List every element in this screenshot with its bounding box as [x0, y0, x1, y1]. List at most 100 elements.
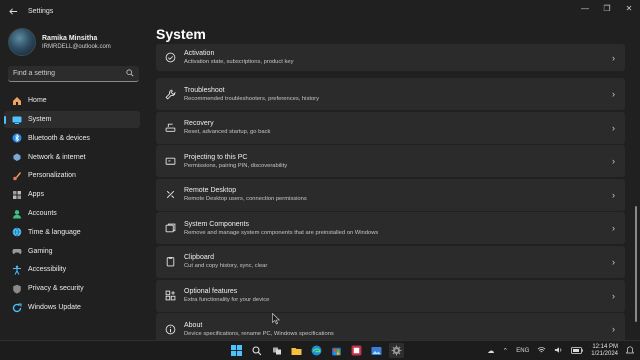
scrollbar-thumb[interactable] — [635, 206, 637, 322]
chevron-right-icon: › — [612, 89, 615, 99]
sidebar-item-windows-update[interactable]: Windows Update — [4, 299, 140, 317]
sidebar-item-label: Home — [28, 97, 47, 105]
app-button[interactable] — [349, 343, 364, 358]
minimize-button[interactable]: — — [574, 0, 596, 16]
chevron-right-icon: › — [612, 122, 615, 133]
maximize-button[interactable]: ❐ — [596, 0, 618, 16]
card-desc: Permissions, pairing PIN, discoverabilit… — [184, 162, 288, 169]
window-controls: — ❐ ✕ — [574, 0, 640, 18]
card-desc: Activation state, subscriptions, product… — [184, 59, 294, 65]
card-desc: Reset, advanced startup, go back — [184, 129, 271, 136]
clipboard-icon — [164, 256, 176, 268]
sidebar-item-network[interactable]: Network & internet — [4, 148, 140, 166]
sidebar-item-apps[interactable]: Apps — [4, 186, 140, 204]
restore-icon: ❐ — [603, 3, 611, 13]
sidebar-item-privacy[interactable]: Privacy & security — [4, 280, 140, 298]
chevron-right-icon: › — [612, 290, 615, 301]
chevron-right-icon: › — [612, 156, 615, 167]
card-desc: Extra functionality for your device — [184, 297, 270, 304]
card-about[interactable]: About Device specifications, rename PC, … — [156, 313, 625, 340]
card-system-components[interactable]: System Components Remove and manage syst… — [156, 212, 625, 245]
language-indicator[interactable]: ENG — [516, 348, 529, 354]
start-button[interactable] — [229, 343, 244, 358]
close-button[interactable]: ✕ — [618, 0, 640, 16]
windows-logo-icon — [231, 345, 242, 356]
card-desc: Cut and copy history, sync, clear — [184, 263, 268, 270]
card-projecting[interactable]: Projecting to this PC Permissions, pairi… — [156, 145, 625, 178]
folder-icon — [291, 347, 302, 355]
card-desc: Remove and manage system components that… — [184, 229, 379, 236]
optional-features-icon — [164, 290, 176, 302]
bluetooth-icon — [12, 133, 22, 143]
task-view-button[interactable] — [269, 343, 284, 358]
sidebar-nav: Home System Bluetooth & devices Network … — [4, 92, 140, 318]
system-tray: ☁ ⌃ ENG 12:14 PM 1/21/2024 — [479, 341, 635, 360]
card-title: Recovery — [184, 120, 214, 128]
chevron-right-icon: › — [612, 223, 615, 234]
notification-bell-icon[interactable] — [625, 345, 635, 357]
card-optional-features[interactable]: Optional features Extra functionality fo… — [156, 279, 625, 312]
shield-icon — [12, 284, 22, 294]
chevron-up-icon[interactable]: ⌃ — [502, 347, 508, 355]
card-title: About — [184, 321, 203, 329]
app-button[interactable] — [369, 343, 384, 358]
clock[interactable]: 12:14 PM 1/21/2024 — [591, 344, 618, 358]
close-icon: ✕ — [625, 3, 633, 13]
network-icon — [12, 152, 22, 162]
accessibility-icon — [12, 265, 22, 275]
sidebar-item-label: Bluetooth & devices — [28, 134, 90, 142]
sidebar-item-accounts[interactable]: Accounts — [4, 205, 140, 223]
card-troubleshoot[interactable]: Troubleshoot Recommended troubleshooters… — [156, 78, 625, 110]
sidebar-item-label: Windows Update — [28, 304, 81, 312]
sidebar-item-accessibility[interactable]: Accessibility — [4, 261, 140, 279]
card-title: Clipboard — [184, 254, 214, 262]
sidebar-item-gaming[interactable]: Gaming — [4, 242, 140, 260]
sidebar-item-label: Network & internet — [28, 153, 86, 161]
back-button[interactable] — [6, 4, 20, 18]
store-button[interactable] — [329, 343, 344, 358]
file-explorer-button[interactable] — [289, 343, 304, 358]
gaming-icon — [12, 246, 22, 256]
recovery-icon — [164, 122, 176, 134]
chevron-right-icon: › — [612, 52, 615, 63]
card-title: Activation — [184, 50, 215, 57]
card-activation[interactable]: Activation Activation state, subscriptio… — [156, 44, 625, 71]
sidebar-item-home[interactable]: Home — [4, 92, 140, 110]
taskbar-search-button[interactable] — [249, 343, 264, 358]
card-recovery[interactable]: Recovery Reset, advanced startup, go bac… — [156, 111, 625, 144]
apps-icon — [12, 190, 22, 200]
wifi-icon[interactable] — [537, 346, 546, 356]
settings-taskbar-button[interactable] — [389, 343, 404, 358]
chevron-right-icon: › — [612, 189, 615, 200]
page-title: System — [156, 26, 206, 42]
globe-icon — [12, 227, 22, 237]
card-title: Projecting to this PC — [184, 153, 248, 161]
chevron-right-icon: › — [612, 256, 615, 267]
card-desc: Remote Desktop users, connection permiss… — [184, 196, 307, 203]
clock-date: 1/21/2024 — [591, 351, 618, 357]
search-icon[interactable] — [126, 69, 134, 77]
app-title: Settings — [28, 7, 54, 15]
clock-time: 12:14 PM — [592, 344, 618, 350]
card-title: System Components — [184, 220, 249, 228]
sidebar-item-time-language[interactable]: Time & language — [4, 224, 140, 242]
search-input[interactable] — [13, 70, 123, 77]
edge-button[interactable] — [309, 343, 324, 358]
sidebar-item-bluetooth[interactable]: Bluetooth & devices — [4, 130, 140, 148]
battery-icon[interactable] — [571, 346, 584, 356]
volume-icon[interactable] — [554, 346, 563, 356]
card-clipboard[interactable]: Clipboard Cut and copy history, sync, cl… — [156, 245, 625, 278]
cloud-icon[interactable]: ☁ — [487, 347, 494, 355]
sidebar-item-label: Accessibility — [28, 266, 67, 274]
card-title: Remote Desktop — [184, 187, 237, 195]
settings-list: Activation Activation state, subscriptio… — [156, 44, 625, 340]
sidebar-item-system[interactable]: System — [4, 110, 140, 129]
accounts-icon — [12, 209, 22, 219]
sidebar-item-personalization[interactable]: Personalization — [4, 167, 140, 185]
task-view-icon — [272, 347, 281, 354]
user-profile[interactable]: Ramika Minsitha IRMRDELL@outlook.com — [8, 28, 111, 56]
components-icon — [164, 222, 176, 234]
search-box — [8, 66, 139, 82]
card-remote-desktop[interactable]: Remote Desktop Remote Desktop users, con… — [156, 178, 625, 211]
taskbar-apps — [229, 343, 409, 358]
